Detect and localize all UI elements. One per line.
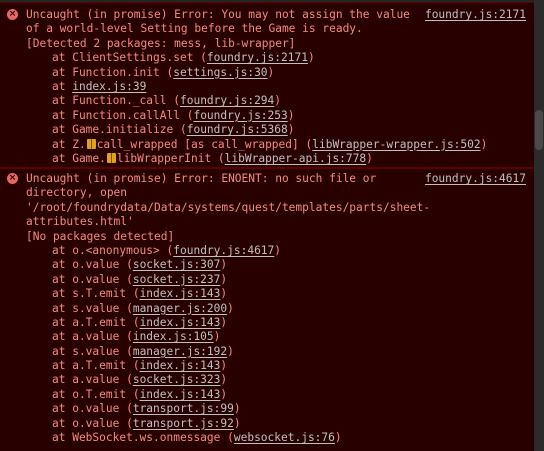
stack-frame-link[interactable]: socket.js:237 <box>133 273 221 286</box>
stack-frame: at a.value (index.js:105) <box>52 330 221 344</box>
message-line: attributes.html' <box>26 215 134 229</box>
stack-frame: at Game. libWrapperInit (libWrapper-api.j… <box>52 151 373 165</box>
gift-icon <box>86 138 96 149</box>
stack-frame: at index.js:39 <box>52 79 147 93</box>
stack-frame-link[interactable]: settings.js:30 <box>173 66 267 79</box>
stack-frame: at a.T.emit (index.js:143) <box>52 359 228 373</box>
stack-frame: at a.T.emit (index.js:143) <box>52 315 228 329</box>
stack-frame: at o.<anonymous> (foundry.js:4617) <box>52 243 282 257</box>
stack-frame-link[interactable]: manager.js:192 <box>133 345 227 358</box>
message-line: of a world-level Setting before the Game… <box>26 22 363 36</box>
stack-frame: at WebSocket.ws.onmessage (websocket.js:… <box>52 431 342 445</box>
stack-frame: at s.value (manager.js:200) <box>52 301 234 315</box>
error-icon: × <box>7 9 18 20</box>
stack-frame-link[interactable]: index.js:143 <box>140 316 221 329</box>
stack-frame: at o.T.emit (index.js:143) <box>52 387 228 401</box>
message-line: Uncaught (in promise) Error: You may not… <box>26 8 410 21</box>
stack-frame: at s.T.emit (index.js:143) <box>52 287 228 301</box>
stack-frame: at o.value (socket.js:307) <box>52 258 228 272</box>
stack-frame: at o.value (transport.js:99) <box>52 402 241 416</box>
stack-frame-link[interactable]: foundry.js:4617 <box>173 244 274 257</box>
stack-frame: at Function._call (foundry.js:294) <box>52 94 282 108</box>
stack-frame-link[interactable]: index.js:143 <box>140 287 221 300</box>
message-line: Uncaught (in promise) Error: ENOENT: no … <box>26 172 377 185</box>
stack-frame-link[interactable]: index.js:105 <box>133 330 214 343</box>
stack-frame-link[interactable]: index.js:143 <box>140 359 221 372</box>
stack-frame-link[interactable]: foundry.js:5368 <box>187 123 288 136</box>
stack-frame: at s.value (manager.js:192) <box>52 344 234 358</box>
stack-frame-link[interactable]: libWrapper-api.js:778 <box>225 152 366 165</box>
stack-frame-link[interactable]: index.js:39 <box>72 80 146 93</box>
stack-frame-link[interactable]: index.js:143 <box>140 388 221 401</box>
stack-frame-link[interactable]: socket.js:323 <box>133 373 221 386</box>
scrollbar-thumb[interactable] <box>535 110 543 150</box>
message-line: [No packages detected] <box>26 229 175 243</box>
error-message: Uncaught (in promise) Error: ENOENT: no … <box>26 172 528 445</box>
stack-frame-link[interactable]: foundry.js:253 <box>193 109 287 122</box>
stack-frame-link[interactable]: transport.js:99 <box>133 402 234 415</box>
stack-frame: at Z. call_wrapped [as call_wrapped] (lib… <box>52 137 488 151</box>
gift-icon <box>106 152 116 163</box>
console-panel: × foundry.js:2171 Uncaught (in promise) … <box>0 0 534 451</box>
message-line: '/root/foundrydata/Data/systems/quest/te… <box>26 200 431 214</box>
message-line: directory, open <box>26 186 128 200</box>
console-error-entry[interactable]: × foundry.js:2171 Uncaught (in promise) … <box>0 2 534 168</box>
console-error-entry[interactable]: × foundry.js:4617 Uncaught (in promise) … <box>0 168 534 451</box>
stack-frame: at o.value (socket.js:237) <box>52 272 228 286</box>
stack-frame-link[interactable]: libWrapper-wrapper.js:502 <box>312 138 480 151</box>
vertical-scrollbar[interactable] <box>534 0 544 451</box>
stack-frame-link[interactable]: foundry.js:294 <box>180 94 274 107</box>
stack-frame-link[interactable]: manager.js:200 <box>133 302 227 315</box>
stack-frame-link[interactable]: transport.js:92 <box>133 417 234 430</box>
stack-frame: at a.value (socket.js:323) <box>52 373 228 387</box>
stack-frame-link[interactable]: websocket.js:76 <box>234 431 335 444</box>
stack-frame: at ClientSettings.set (foundry.js:2171) <box>52 51 315 65</box>
error-message: Uncaught (in promise) Error: You may not… <box>26 8 528 166</box>
message-line: [Detected 2 packages: mess, lib-wrapper] <box>26 36 296 50</box>
stack-frame: at Function.init (settings.js:30) <box>52 65 275 79</box>
stack-frame-link[interactable]: socket.js:307 <box>133 258 221 271</box>
stack-frame-link[interactable]: foundry.js:2171 <box>207 51 308 64</box>
error-icon: × <box>7 173 18 184</box>
stack-frame: at Game.initialize (foundry.js:5368) <box>52 123 295 137</box>
stack-frame: at o.value (transport.js:92) <box>52 416 241 430</box>
stack-frame: at Function.callAll (foundry.js:253) <box>52 108 295 122</box>
